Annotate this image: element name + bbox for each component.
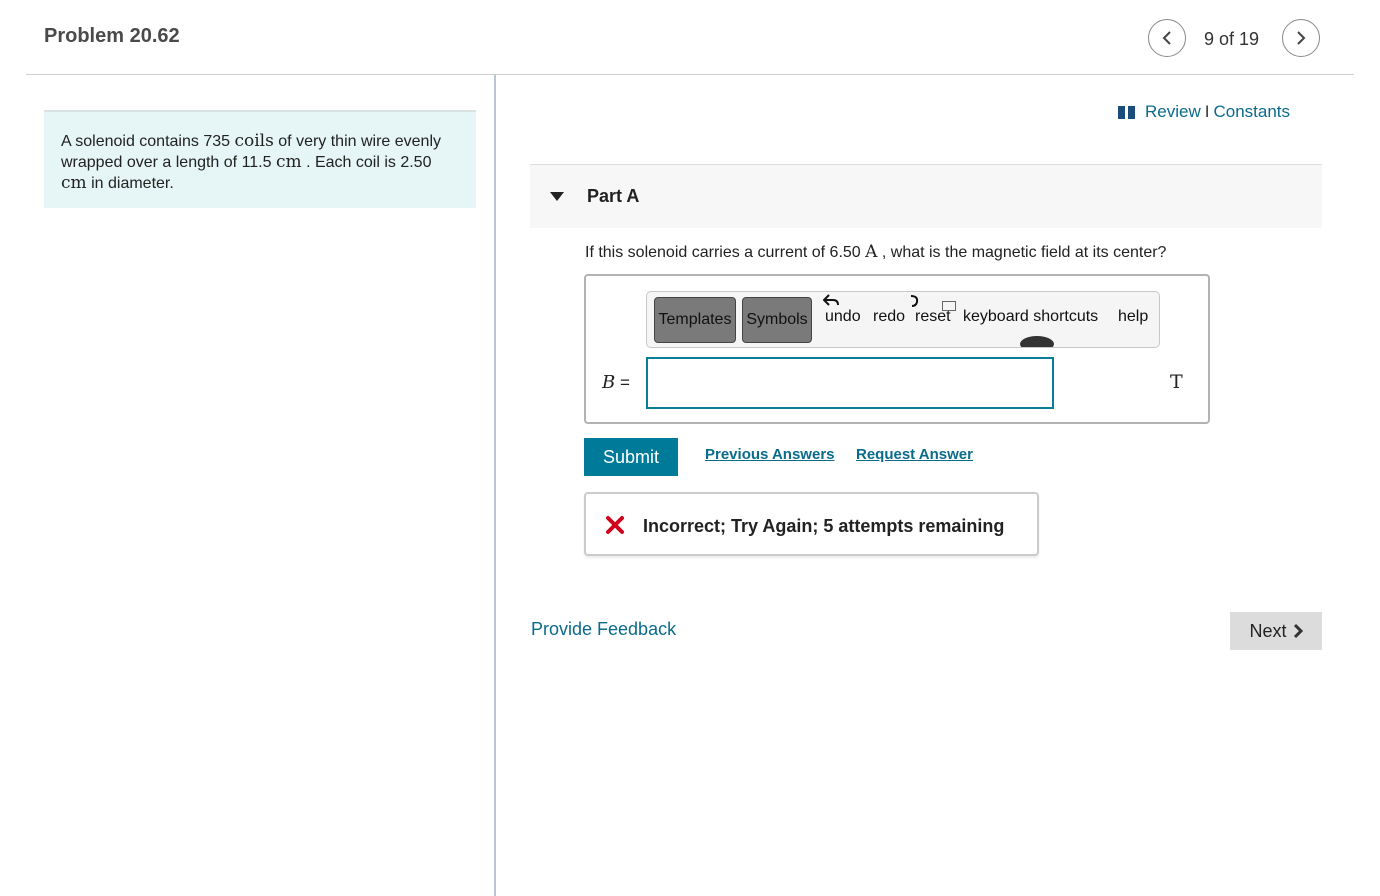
feedback-text: Incorrect; Try Again; 5 attempts remaini… (643, 516, 1005, 536)
column-divider (494, 75, 496, 896)
unit-cm: cm (61, 173, 87, 193)
templates-button[interactable]: Templates (654, 297, 736, 343)
caret-down-icon[interactable] (550, 192, 564, 201)
previous-answers-link[interactable]: Previous Answers (705, 446, 835, 463)
review-link[interactable]: Review (1145, 102, 1201, 122)
symbols-button[interactable]: Symbols (742, 297, 812, 343)
unit-coils: coils (234, 131, 274, 151)
redo-icon (910, 295, 919, 307)
submit-button[interactable]: Submit (584, 438, 678, 476)
feedback-message-box: Incorrect; Try Again; 5 attempts remaini… (584, 492, 1039, 556)
question-text: If this solenoid carries a current of 6.… (585, 242, 1167, 262)
keyboard-icon (942, 301, 956, 311)
top-bar: Problem 20.62 9 of 19 (26, 0, 1354, 75)
chevron-right-icon (1297, 31, 1306, 45)
answer-box: Templates Symbols undo redo reset keyboa… (584, 274, 1210, 424)
error-x-icon (606, 516, 624, 534)
part-a-header[interactable]: Part A (530, 164, 1322, 228)
next-problem-button[interactable] (1282, 19, 1320, 57)
answer-unit: T (1170, 371, 1183, 393)
previous-problem-button[interactable] (1148, 19, 1186, 57)
review-constants-links: Review I Constants (1118, 102, 1290, 122)
next-label: Next (1249, 620, 1287, 641)
undo-button[interactable]: undo (825, 308, 861, 326)
problem-title: Problem 20.62 (44, 25, 180, 47)
undo-icon (823, 294, 839, 306)
keyboard-shortcuts-button[interactable]: keyboard shortcuts (963, 308, 1098, 326)
unit-ampere: A (865, 242, 878, 262)
problem-intro: A solenoid contains 735 coils of very th… (44, 110, 476, 208)
problem-counter: 9 of 19 (1204, 29, 1260, 49)
next-button[interactable]: Next (1230, 612, 1322, 650)
chevron-right-icon (1293, 623, 1303, 639)
help-icon (1020, 336, 1054, 347)
redo-button[interactable]: redo (873, 308, 905, 326)
answer-input[interactable] (646, 357, 1054, 409)
math-toolbar: Templates Symbols undo redo reset keyboa… (646, 291, 1160, 348)
part-title: Part A (587, 186, 640, 206)
help-button[interactable]: help (1118, 308, 1148, 326)
unit-cm: cm (275, 152, 302, 172)
provide-feedback-link[interactable]: Provide Feedback (531, 619, 676, 640)
constants-link[interactable]: Constants (1213, 102, 1290, 122)
book-icon (1118, 105, 1135, 119)
answer-label: B = (602, 372, 630, 393)
chevron-left-icon (1162, 31, 1171, 45)
link-separator: I (1204, 102, 1210, 121)
request-answer-link[interactable]: Request Answer (856, 446, 973, 463)
